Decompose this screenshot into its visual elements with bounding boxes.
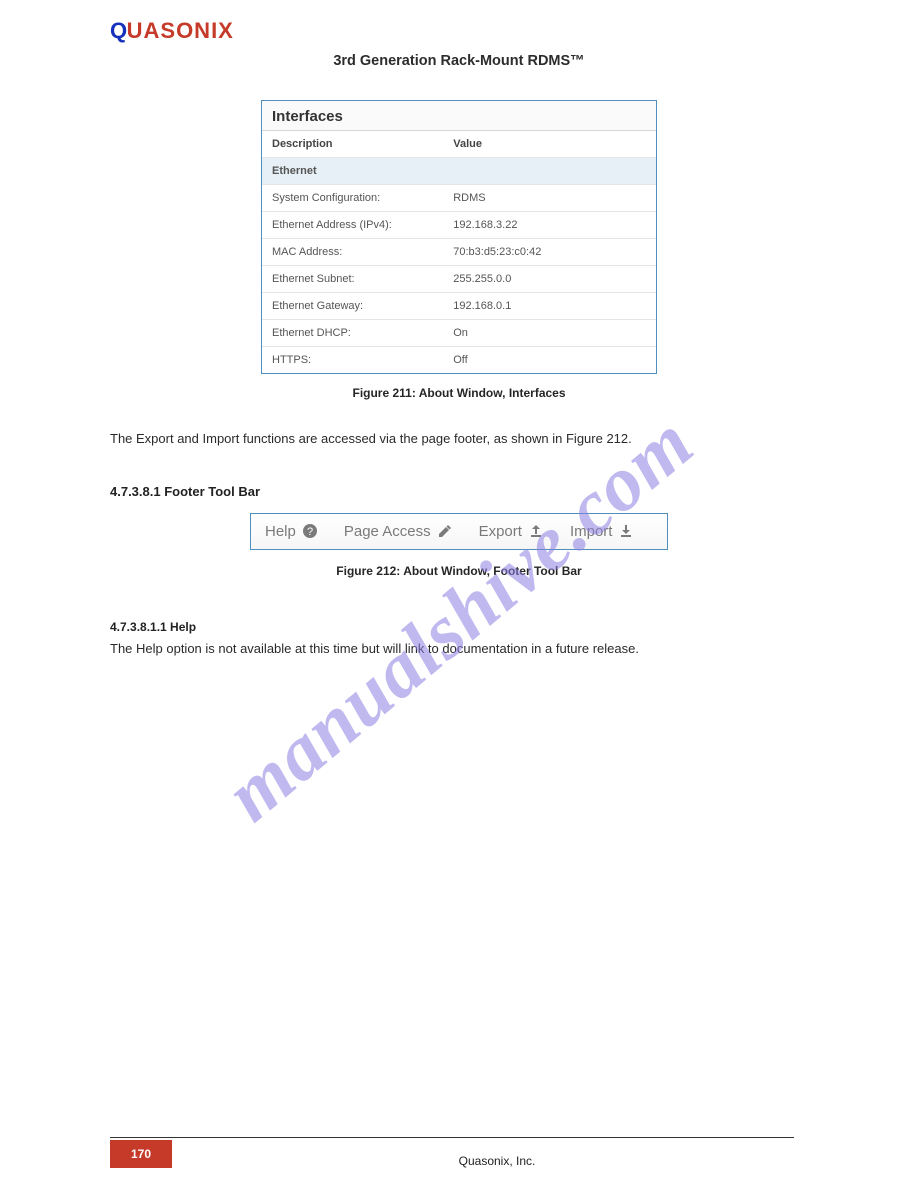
edit-icon — [437, 523, 453, 539]
footer-help[interactable]: Help ? — [265, 523, 318, 540]
table-row: HTTPS:Off — [262, 346, 656, 373]
brand-rest: UASONIX — [127, 18, 234, 43]
cell-key: Ethernet Subnet: — [262, 265, 443, 292]
paragraph-after-fig1: The Export and Import functions are acce… — [110, 430, 808, 448]
export-icon — [528, 523, 544, 539]
page-footer-rule — [110, 1137, 794, 1138]
cell-key: Ethernet Gateway: — [262, 292, 443, 319]
interfaces-panel: Interfaces Description Value Ethernet Sy… — [261, 100, 657, 374]
cell-key: Ethernet DHCP: — [262, 319, 443, 346]
cell-val: RDMS — [443, 184, 656, 211]
svg-text:?: ? — [307, 526, 313, 538]
subhead-ethernet: Ethernet — [262, 157, 656, 184]
cell-val: 192.168.0.1 — [443, 292, 656, 319]
figure-211-caption: Figure 211: About Window, Interfaces — [110, 386, 808, 400]
col-description: Description — [262, 131, 443, 158]
section-help-heading: 4.7.3.8.1.1 Help — [110, 620, 808, 634]
footer-page-access[interactable]: Page Access — [344, 523, 453, 540]
footer-company: Quasonix, Inc. — [200, 1154, 794, 1168]
cell-val: 70:b3:d5:23:c0:42 — [443, 238, 656, 265]
help-icon: ? — [302, 523, 318, 539]
cell-key: Ethernet Address (IPv4): — [262, 211, 443, 238]
table-row: MAC Address:70:b3:d5:23:c0:42 — [262, 238, 656, 265]
footer-help-label: Help — [265, 523, 296, 540]
cell-val: 192.168.3.22 — [443, 211, 656, 238]
cell-val: Off — [443, 346, 656, 373]
brand-logo: QUASONIX — [110, 18, 808, 44]
section-help-body: The Help option is not available at this… — [110, 640, 808, 658]
doc-title: 3rd Generation Rack-Mount RDMS™ — [110, 52, 808, 72]
table-row: Ethernet Address (IPv4):192.168.3.22 — [262, 211, 656, 238]
table-row: Ethernet DHCP:On — [262, 319, 656, 346]
col-value: Value — [443, 131, 656, 158]
footer-toolbar-figure: Help ? Page Access Export Import — [250, 513, 668, 550]
cell-val: 255.255.0.0 — [443, 265, 656, 292]
interfaces-title: Interfaces — [262, 101, 656, 131]
cell-val: On — [443, 319, 656, 346]
table-row: Ethernet Subnet:255.255.0.0 — [262, 265, 656, 292]
cell-key: MAC Address: — [262, 238, 443, 265]
import-icon — [618, 523, 634, 539]
footer-page-access-label: Page Access — [344, 523, 431, 540]
cell-key: System Configuration: — [262, 184, 443, 211]
cell-key: HTTPS: — [262, 346, 443, 373]
brand-q: Q — [110, 18, 127, 43]
footer-export[interactable]: Export — [479, 523, 544, 540]
table-row: Ethernet Gateway:192.168.0.1 — [262, 292, 656, 319]
page-number: 170 — [110, 1140, 172, 1168]
table-row: System Configuration:RDMS — [262, 184, 656, 211]
heading-footer-toolbar: 4.7.3.8.1 Footer Tool Bar — [110, 484, 808, 499]
interfaces-table: Description Value Ethernet System Config… — [262, 131, 656, 373]
footer-import-label: Import — [570, 523, 613, 540]
footer-export-label: Export — [479, 523, 522, 540]
figure-212-caption: Figure 212: About Window, Footer Tool Ba… — [110, 564, 808, 578]
doc-title-line1: 3rd Generation Rack-Mount RDMS™ — [333, 53, 584, 69]
footer-import[interactable]: Import — [570, 523, 635, 540]
